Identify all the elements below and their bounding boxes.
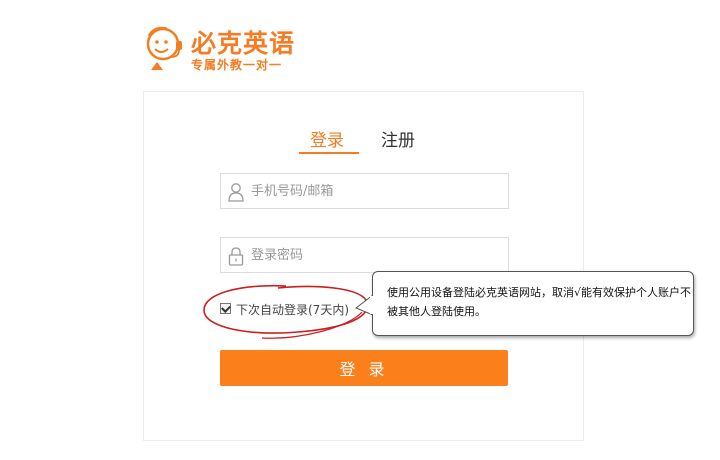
active-tab-indicator <box>299 152 359 154</box>
tab-login[interactable]: 登录 <box>310 126 344 151</box>
username-field[interactable] <box>220 173 509 209</box>
annotation-circle <box>203 284 369 339</box>
brand-slogan: 专属外教一对一 <box>191 58 283 72</box>
brand-name: 必克英语 <box>191 29 296 58</box>
tooltip-pointer-cover <box>370 296 376 314</box>
tab-register[interactable]: 注册 <box>381 126 415 151</box>
login-button[interactable]: 登 录 <box>220 350 508 386</box>
brand-logo: 必克英语 专属外教一对一 <box>143 24 313 76</box>
password-input[interactable] <box>251 238 501 272</box>
password-field[interactable] <box>220 237 509 273</box>
username-input[interactable] <box>251 174 501 208</box>
remember-tooltip: 使用公用设备登陆必克英语网站，取消√能有效保护个人账户不被其他人登陆使用。 <box>372 271 694 336</box>
lock-icon <box>228 247 244 266</box>
user-icon <box>228 183 244 202</box>
tooltip-text: 使用公用设备登陆必克英语网站，取消√能有效保护个人账户不被其他人登陆使用。 <box>387 286 692 318</box>
logo-headset-face-icon <box>146 26 182 70</box>
